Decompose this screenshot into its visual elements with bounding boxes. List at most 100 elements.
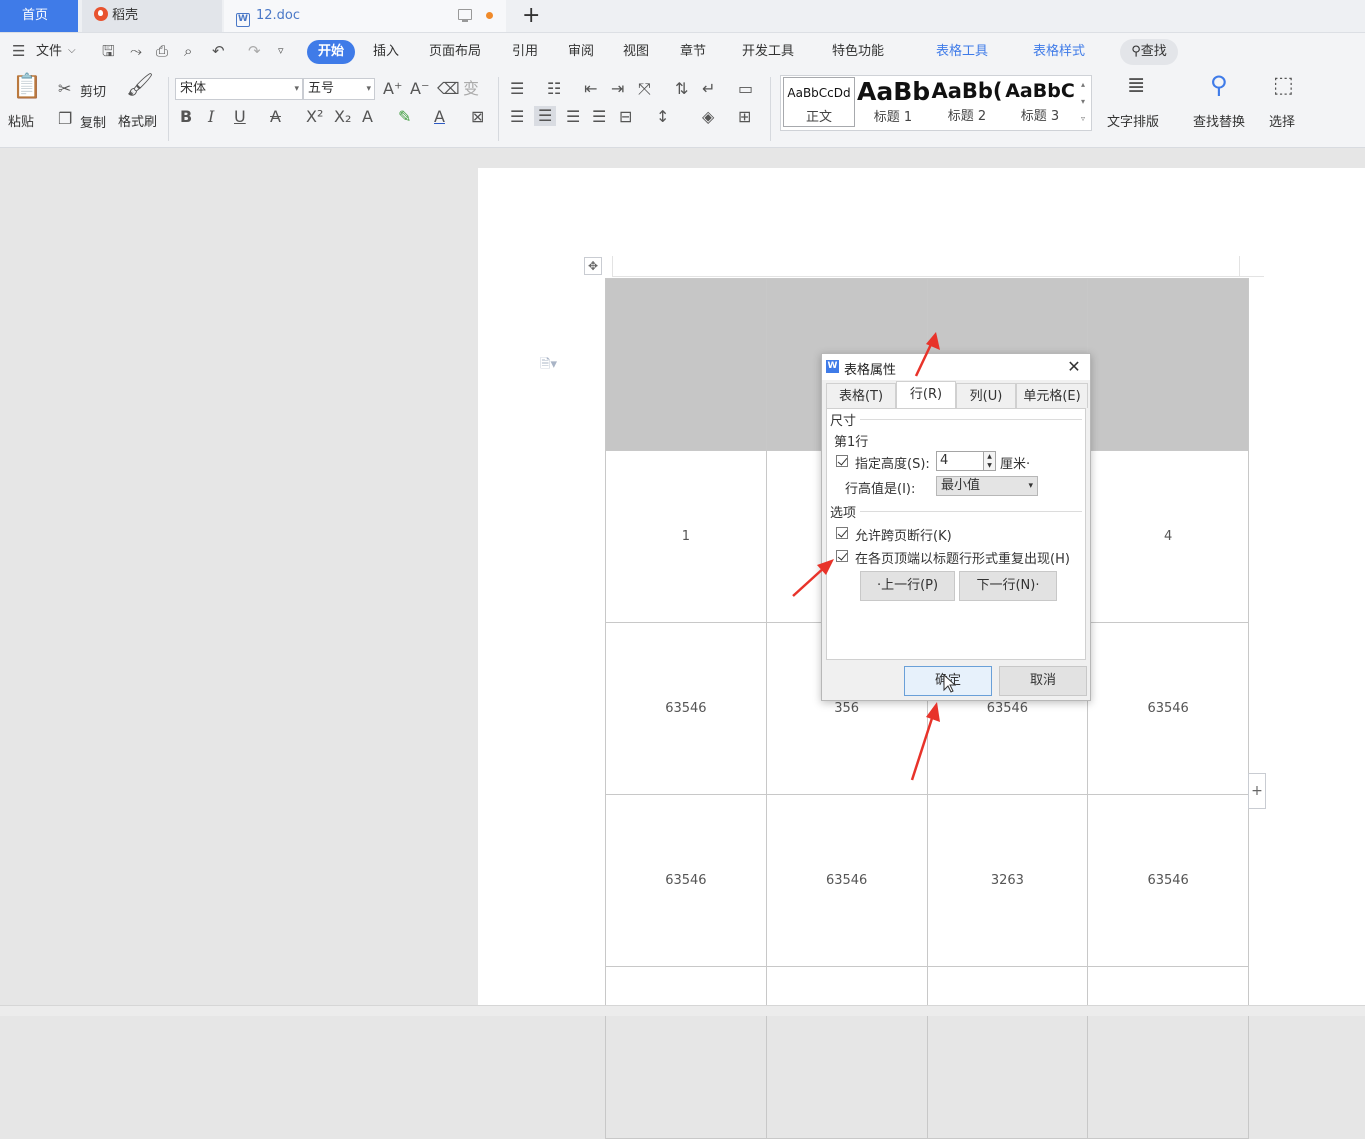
table-cell[interactable]: 63546 <box>1087 794 1249 967</box>
row-height-input[interactable]: 4 <box>936 451 984 471</box>
borders-icon[interactable]: ⊞ <box>738 108 751 126</box>
show-marks-icon[interactable]: ↵ <box>702 80 715 98</box>
table-cell[interactable] <box>926 966 1089 1139</box>
row-height-mode-select[interactable]: 最小值 ▾ <box>936 476 1038 496</box>
paste-icon[interactable]: 📋 <box>12 74 42 98</box>
print-preview-icon[interactable]: ⌕ <box>184 42 192 60</box>
text-layout-icon[interactable]: ≣ <box>1127 75 1145 97</box>
text-effect-icon[interactable]: A <box>362 108 373 126</box>
format-painter-icon[interactable]: 🖌 <box>126 75 154 97</box>
table-row[interactable]: 63546 63546 3263 63546 <box>605 794 1249 967</box>
text-layout-button[interactable]: 文字排版 <box>1107 111 1159 130</box>
table-cell[interactable] <box>765 966 928 1139</box>
font-color-icon[interactable]: A <box>434 108 445 126</box>
style-heading-3[interactable]: AaBbC 标题 3 <box>1005 76 1075 130</box>
table-cell[interactable]: 63546 <box>765 794 928 967</box>
previous-row-button[interactable]: ·上一行(P) <box>860 571 955 601</box>
select-icon[interactable]: ⬚ <box>1273 75 1294 97</box>
table-row[interactable] <box>605 966 1249 1139</box>
grow-font-icon[interactable]: A⁺ <box>383 80 402 98</box>
align-left-icon[interactable]: ☰ <box>510 108 524 126</box>
specify-height-checkbox[interactable] <box>836 455 848 467</box>
table-cell[interactable] <box>1087 278 1249 451</box>
table-cell[interactable] <box>605 966 767 1139</box>
menu-table-tools[interactable]: 表格工具 <box>936 43 988 61</box>
gallery-scroll[interactable]: ▴ ▾ ▿ <box>1077 76 1089 130</box>
print-icon[interactable]: ⎙ <box>156 42 168 60</box>
table-cell[interactable] <box>1087 966 1249 1139</box>
menu-references[interactable]: 引用 <box>512 43 538 61</box>
style-heading-1[interactable]: AaBb 标题 1 <box>857 76 929 130</box>
numbered-list-icon[interactable]: ☷ <box>547 80 561 98</box>
paste-button[interactable]: 粘贴 <box>8 111 34 130</box>
close-icon[interactable]: ✕ <box>1064 356 1084 378</box>
line-spacing-icon[interactable]: ↕ <box>656 108 669 126</box>
chinese-layout-icon[interactable]: ⤧ <box>638 80 651 98</box>
align-right-icon[interactable]: ☰ <box>566 108 580 126</box>
strikethrough-icon[interactable]: A <box>270 108 281 126</box>
paragraph-marker-icon[interactable]: 🗎▾ <box>540 355 557 377</box>
copy-icon[interactable]: ❐ <box>58 110 72 128</box>
table-move-handle[interactable]: ✥ <box>584 257 602 275</box>
table-cell[interactable]: 3263 <box>926 794 1089 967</box>
find-replace-icon[interactable]: ⚲ <box>1210 73 1228 97</box>
copy-button[interactable]: 复制 <box>80 112 106 131</box>
menu-developer[interactable]: 开发工具 <box>742 43 794 61</box>
tab-row[interactable]: 行(R) <box>896 381 956 408</box>
menu-page-layout[interactable]: 页面布局 <box>429 43 481 61</box>
tab-cell[interactable]: 单元格(E) <box>1016 383 1088 408</box>
clear-format-icon[interactable]: ⌫ <box>437 80 460 98</box>
dialog-titlebar[interactable]: W 表格属性 ✕ <box>822 354 1090 380</box>
undo-icon[interactable]: ↶ <box>212 42 225 60</box>
underline-icon[interactable]: U <box>234 108 246 126</box>
distribute-icon[interactable]: ⊟ <box>619 108 632 126</box>
chevron-down-icon[interactable]: ⌵ <box>68 42 76 60</box>
hamburger-menu-icon[interactable]: ☰ <box>12 42 25 60</box>
menu-view[interactable]: 视图 <box>623 43 649 61</box>
table-cell[interactable] <box>605 278 767 451</box>
menu-section[interactable]: 章节 <box>680 43 706 61</box>
table-cell[interactable]: 63546 <box>605 622 767 795</box>
repeat-header-checkbox[interactable] <box>836 550 848 562</box>
next-row-button[interactable]: 下一行(N)· <box>959 571 1057 601</box>
file-menu[interactable]: 文件 <box>36 43 62 61</box>
justify-icon[interactable]: ☰ <box>592 108 606 126</box>
subscript-icon[interactable]: X₂ <box>334 108 351 126</box>
character-border-icon[interactable]: ⊠ <box>471 108 484 126</box>
italic-icon[interactable]: I <box>208 108 214 126</box>
scissors-icon[interactable]: ✂ <box>58 80 71 98</box>
phonetic-guide-icon[interactable]: 变 <box>463 80 479 98</box>
highlight-icon[interactable]: ✎ <box>398 108 411 126</box>
shrink-font-icon[interactable]: A⁻ <box>410 80 429 98</box>
monitor-icon[interactable] <box>458 9 472 22</box>
menu-insert[interactable]: 插入 <box>373 43 399 61</box>
tab-table[interactable]: 表格(T) <box>826 383 896 408</box>
table-insert-icon[interactable]: ▭ <box>738 80 753 98</box>
bullet-list-icon[interactable]: ☰ <box>510 80 524 98</box>
sort-icon[interactable]: ⇅ <box>675 80 688 98</box>
style-normal[interactable]: AaBbCcDd 正文 <box>783 77 855 127</box>
increase-indent-icon[interactable]: ⇥ <box>611 80 624 98</box>
menu-review[interactable]: 审阅 <box>568 43 594 61</box>
table-cell[interactable]: 63546 <box>1087 622 1249 795</box>
font-name-select[interactable]: 宋体 ▾ <box>175 78 303 100</box>
font-size-select[interactable]: 五号 ▾ <box>303 78 375 100</box>
customize-toolbar-icon[interactable]: ▿ <box>278 42 284 60</box>
save-icon[interactable]: 🖫 <box>102 42 115 60</box>
style-heading-2[interactable]: AaBb( 标题 2 <box>931 76 1003 130</box>
table-cell[interactable]: 4 <box>1087 450 1249 623</box>
menu-table-style[interactable]: 表格样式 <box>1033 43 1085 61</box>
allow-break-checkbox[interactable] <box>836 527 848 539</box>
new-tab-button[interactable]: + <box>522 2 540 30</box>
cancel-button[interactable]: 取消 <box>999 666 1087 696</box>
select-button[interactable]: 选择 <box>1269 111 1295 130</box>
add-row-button[interactable]: + <box>1248 773 1266 809</box>
shading-icon[interactable]: ◈ <box>702 108 714 126</box>
decrease-indent-icon[interactable]: ⇤ <box>584 80 597 98</box>
export-icon[interactable]: ⤳ <box>130 42 142 60</box>
redo-icon[interactable]: ↷ <box>248 42 261 60</box>
find-replace-button[interactable]: 查找替换 <box>1193 111 1245 130</box>
height-spinner[interactable]: ▲ ▼ <box>983 451 996 471</box>
search-button[interactable]: ⚲查找 <box>1120 39 1178 65</box>
tab-column[interactable]: 列(U) <box>956 383 1016 408</box>
